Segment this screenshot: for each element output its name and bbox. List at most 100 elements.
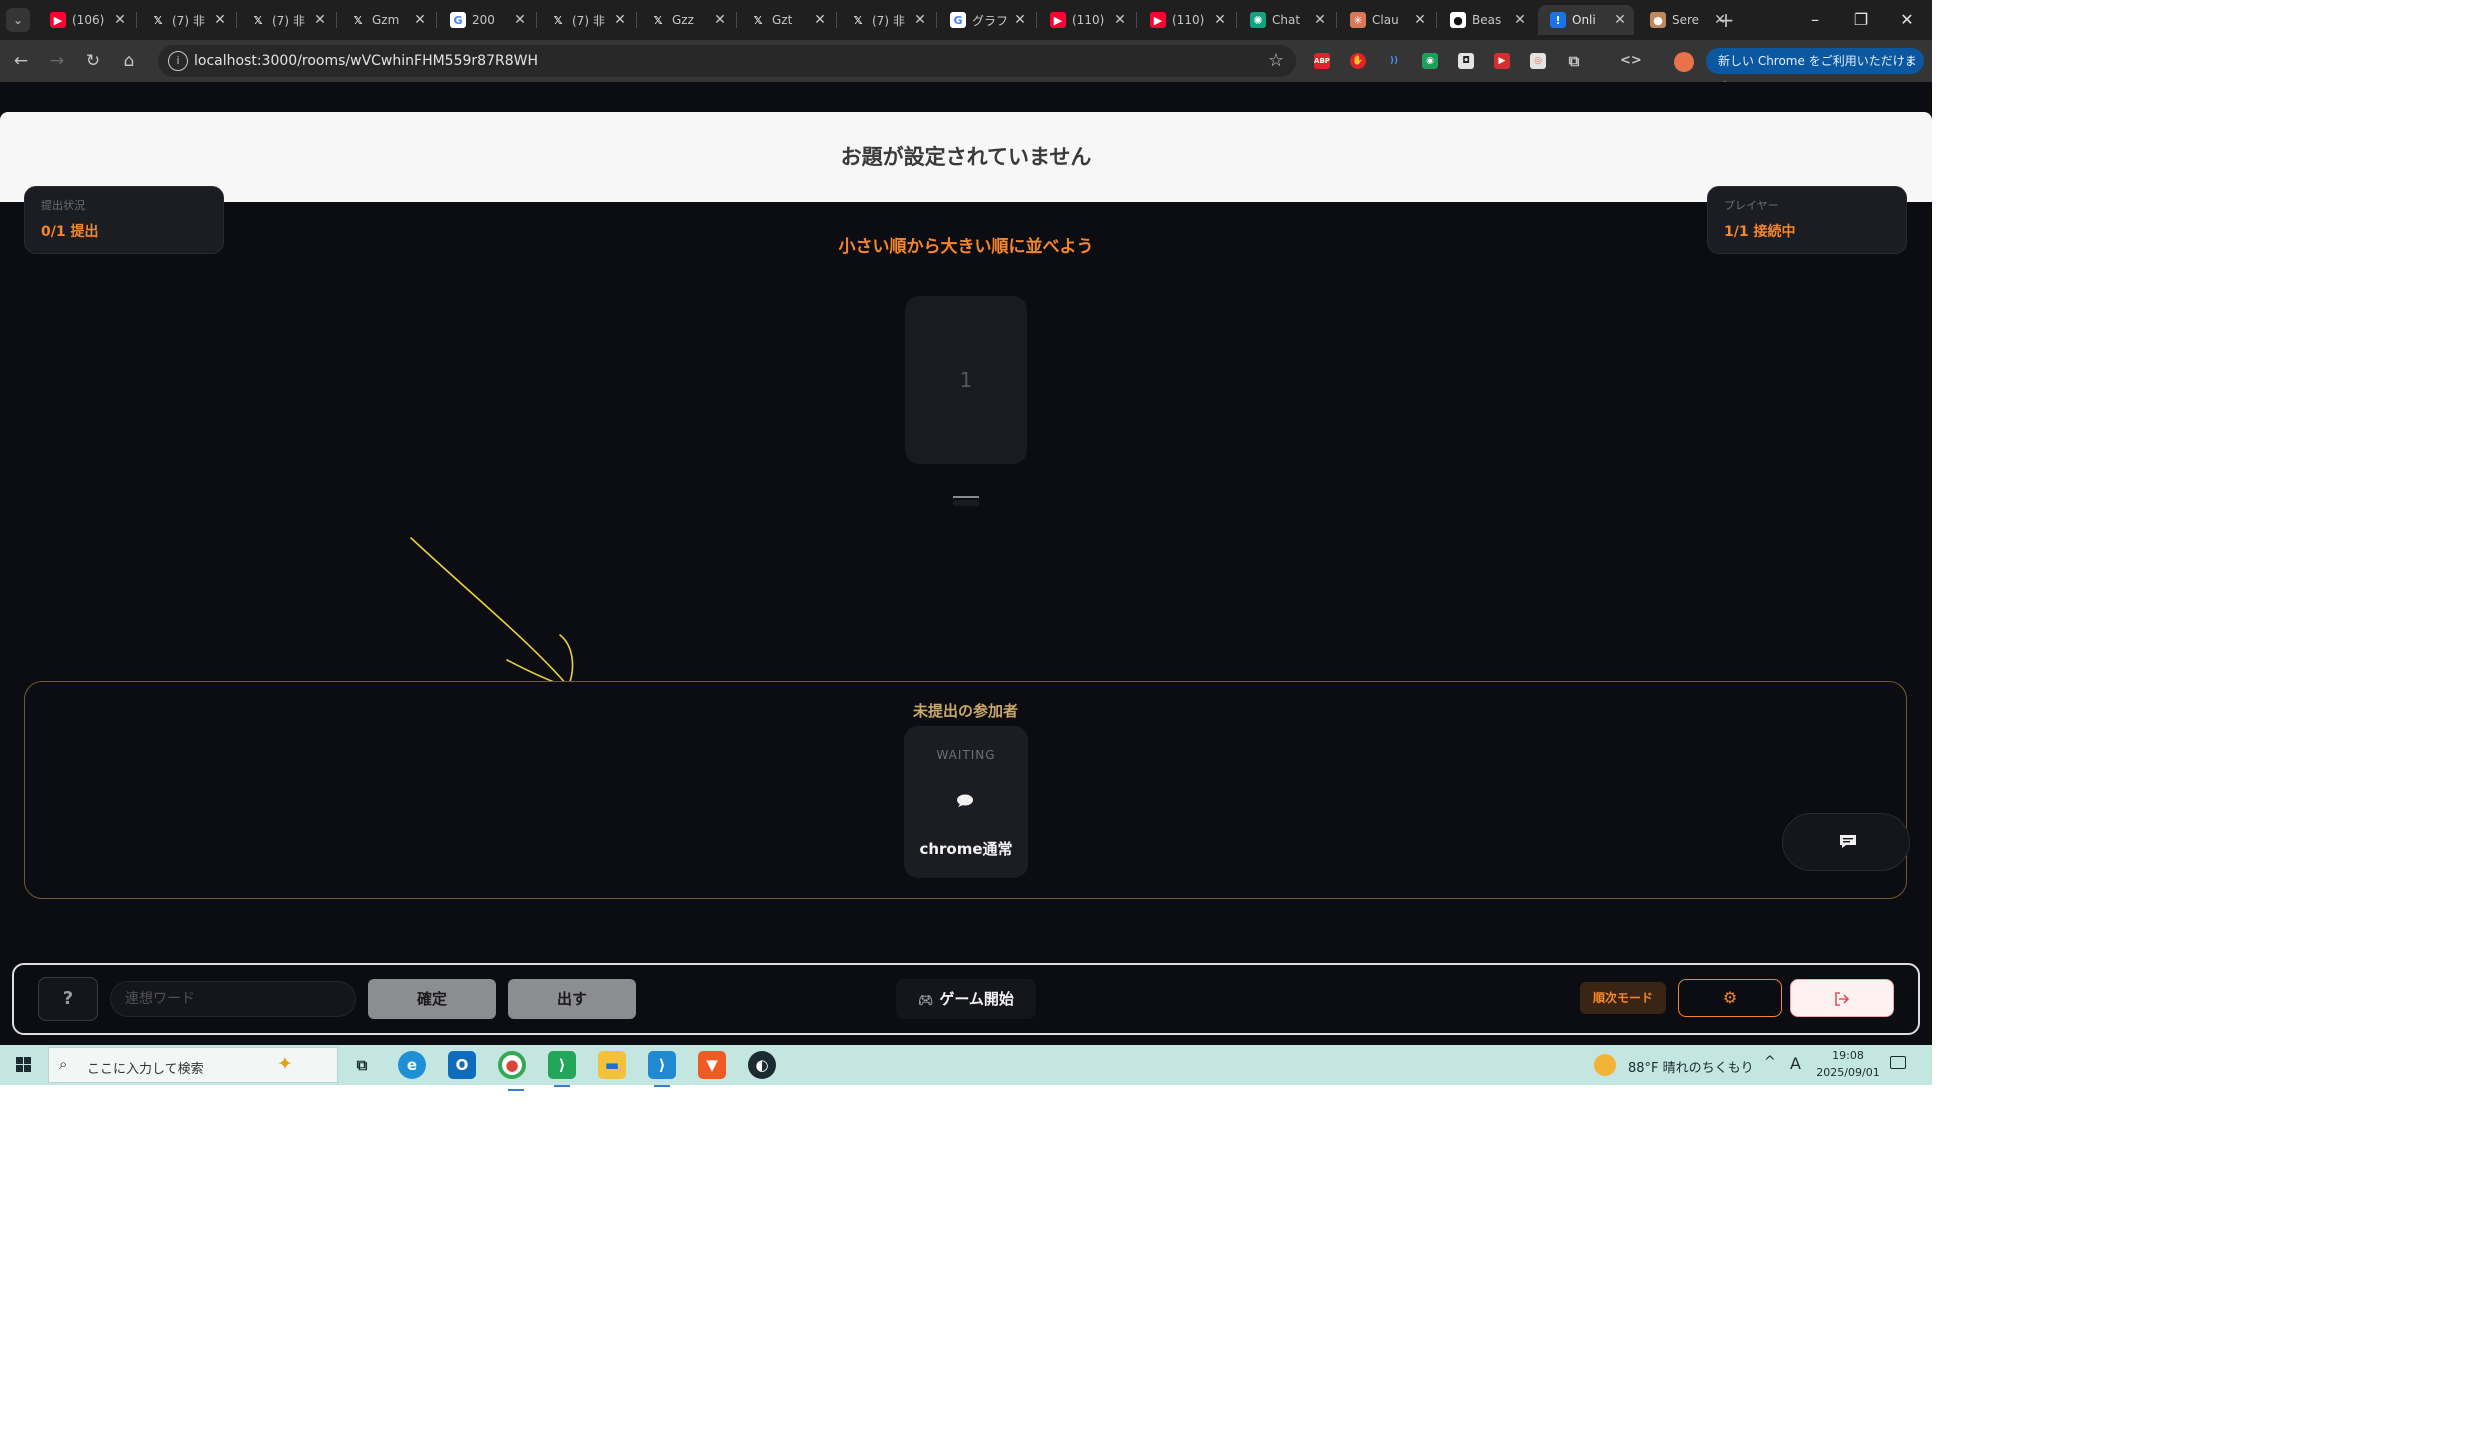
- tab-separator: [736, 12, 737, 28]
- browser-tab[interactable]: 𝕏 Gzz ✕: [638, 5, 734, 35]
- red-hand-extension-icon[interactable]: ✋: [1350, 53, 1366, 69]
- brave-icon[interactable]: ▼: [698, 1051, 726, 1079]
- browser-tab[interactable]: ✺ Chat ✕: [1238, 5, 1334, 35]
- ime-indicator[interactable]: A: [1790, 1054, 1801, 1073]
- browser-tab[interactable]: 𝕏 (7) 非 ✕: [538, 5, 634, 35]
- profile-avatar[interactable]: [1674, 52, 1694, 72]
- weather-text[interactable]: 88°F 晴れのちくもり: [1628, 1057, 1754, 1076]
- url-text[interactable]: localhost:3000/rooms/wVCwhinFHM559r87R8W…: [194, 53, 538, 69]
- vscode-insiders-icon[interactable]: ⟩: [548, 1051, 576, 1087]
- tab-close-icon[interactable]: ✕: [810, 12, 830, 28]
- tab-close-icon[interactable]: ✕: [710, 12, 730, 28]
- github-icon: ●: [1450, 12, 1466, 28]
- windows-start-button[interactable]: [0, 1045, 48, 1085]
- vscode-icon[interactable]: ⟩: [648, 1051, 676, 1087]
- tab-title: (7) 非: [872, 13, 905, 28]
- tab-title: 200: [472, 13, 495, 27]
- browser-tab[interactable]: ! Onli ✕: [1538, 5, 1634, 35]
- x-icon: 𝕏: [353, 13, 363, 27]
- submit-card-button[interactable]: 出す: [508, 979, 636, 1019]
- tab-separator: [1136, 12, 1137, 28]
- confirm-button[interactable]: 確定: [368, 979, 496, 1019]
- tab-separator: [336, 12, 337, 28]
- tab-close-icon[interactable]: ✕: [210, 12, 230, 28]
- tab-close-icon[interactable]: ✕: [1510, 12, 1530, 28]
- browser-tab[interactable]: ● Beas ✕: [1438, 5, 1534, 35]
- order-mode-button[interactable]: 順次モード: [1580, 982, 1666, 1014]
- browser-tab[interactable]: G 200 ✕: [438, 5, 534, 35]
- browser-tab[interactable]: 𝕏 (7) 非 ✕: [238, 5, 334, 35]
- color-extension-icon[interactable]: ◎: [1530, 53, 1546, 69]
- tab-close-icon[interactable]: ✕: [410, 12, 430, 28]
- update-chrome-button[interactable]: 新しい Chrome をご利用いただけます ⋮: [1706, 48, 1924, 94]
- tab-search-button[interactable]: ⌄: [6, 8, 30, 32]
- browser-tab[interactable]: 𝕏 Gzm ✕: [338, 5, 434, 35]
- tab-close-icon[interactable]: ✕: [1210, 12, 1230, 28]
- home-icon[interactable]: ⌂: [116, 48, 142, 74]
- audio-extension-icon[interactable]: )): [1386, 53, 1402, 69]
- help-button[interactable]: ?: [38, 977, 98, 1021]
- taskbar-search-box[interactable]: ⌕ ここに入力して検索 ✦: [48, 1047, 338, 1083]
- youtube-icon: ▶: [1150, 12, 1166, 28]
- browser-tab[interactable]: ▶ (106) ✕: [38, 5, 134, 35]
- tab-close-icon[interactable]: ✕: [1410, 12, 1430, 28]
- tab-close-icon[interactable]: ✕: [1110, 12, 1130, 28]
- reload-icon[interactable]: ↻: [80, 48, 106, 74]
- chat-button[interactable]: [1782, 813, 1910, 871]
- close-window-icon[interactable]: ✕: [1884, 0, 1930, 40]
- taskbar-search-placeholder: ここに入力して検索: [87, 1062, 204, 1077]
- video-extension-icon[interactable]: ▶: [1494, 53, 1510, 69]
- restore-icon[interactable]: ❐: [1838, 0, 1884, 40]
- new-tab-button[interactable]: +: [1712, 6, 1740, 34]
- tab-title: (106): [72, 13, 105, 27]
- tab-close-icon[interactable]: ✕: [610, 12, 630, 28]
- outlook-icon[interactable]: O: [448, 1051, 476, 1079]
- extensions-puzzle-icon[interactable]: ⧉: [1566, 53, 1582, 69]
- task-view-icon[interactable]: ⧉: [348, 1051, 376, 1079]
- clock-time[interactable]: 19:08: [1812, 1049, 1884, 1062]
- tab-close-icon[interactable]: ✕: [1310, 12, 1330, 28]
- address-bar[interactable]: i localhost:3000/rooms/wVCwhinFHM559r87R…: [158, 45, 1296, 77]
- notification-icon[interactable]: [1890, 1056, 1906, 1069]
- leave-room-button[interactable]: [1790, 979, 1894, 1017]
- weather-icon[interactable]: [1594, 1054, 1616, 1076]
- browser-tab[interactable]: G グラフ ✕: [938, 5, 1034, 35]
- browser-tab[interactable]: ▶ (110) ✕: [1038, 5, 1134, 35]
- browser-tab[interactable]: 𝕏 Gzt ✕: [738, 5, 834, 35]
- devtools-code-icon[interactable]: <>: [1620, 53, 1642, 69]
- tray-expand-icon[interactable]: ^: [1764, 1054, 1776, 1070]
- browser-tab[interactable]: ▶ (110) ✕: [1138, 5, 1234, 35]
- forward-icon[interactable]: →: [44, 48, 70, 74]
- clock-date[interactable]: 2025/09/01: [1812, 1066, 1884, 1079]
- tab-close-icon[interactable]: ✕: [310, 12, 330, 28]
- tab-close-icon[interactable]: ✕: [910, 12, 930, 28]
- settings-button[interactable]: ⚙: [1678, 979, 1782, 1017]
- back-icon[interactable]: ←: [8, 48, 34, 74]
- site-info-icon[interactable]: i: [168, 51, 188, 71]
- tab-title: グラフ: [972, 13, 1009, 28]
- association-word-input[interactable]: [110, 981, 356, 1017]
- tab-close-icon[interactable]: ✕: [1610, 12, 1630, 28]
- menu-kebab-icon[interactable]: ⋮: [1904, 48, 1916, 74]
- adblock-extension-icon[interactable]: ABP: [1314, 53, 1330, 69]
- player-status: WAITING: [936, 748, 996, 762]
- google-icon: G: [950, 12, 966, 28]
- chrome-icon[interactable]: ●: [498, 1051, 526, 1091]
- browser-tab[interactable]: ✳ Clau ✕: [1338, 5, 1434, 35]
- file-explorer-icon[interactable]: ▬: [598, 1051, 626, 1079]
- tab-separator: [136, 12, 137, 28]
- capture-extension-icon[interactable]: ◘: [1458, 53, 1474, 69]
- browser-tab[interactable]: 𝕏 (7) 非 ✕: [838, 5, 934, 35]
- tab-close-icon[interactable]: ✕: [110, 12, 130, 28]
- minimize-icon[interactable]: –: [1792, 0, 1838, 40]
- bookmark-star-icon[interactable]: ☆: [1268, 50, 1284, 71]
- tab-separator: [636, 12, 637, 28]
- claude-icon: ✳: [1350, 12, 1366, 28]
- browser-tab[interactable]: 𝕏 (7) 非 ✕: [138, 5, 234, 35]
- tab-close-icon[interactable]: ✕: [1010, 12, 1030, 28]
- start-game-button[interactable]: 🎮︎ ゲーム開始: [896, 979, 1036, 1019]
- green-extension-icon[interactable]: ◉: [1422, 53, 1438, 69]
- penguin-app-icon[interactable]: ◐: [748, 1051, 776, 1079]
- tab-close-icon[interactable]: ✕: [510, 12, 530, 28]
- edge-icon[interactable]: e: [398, 1051, 426, 1079]
